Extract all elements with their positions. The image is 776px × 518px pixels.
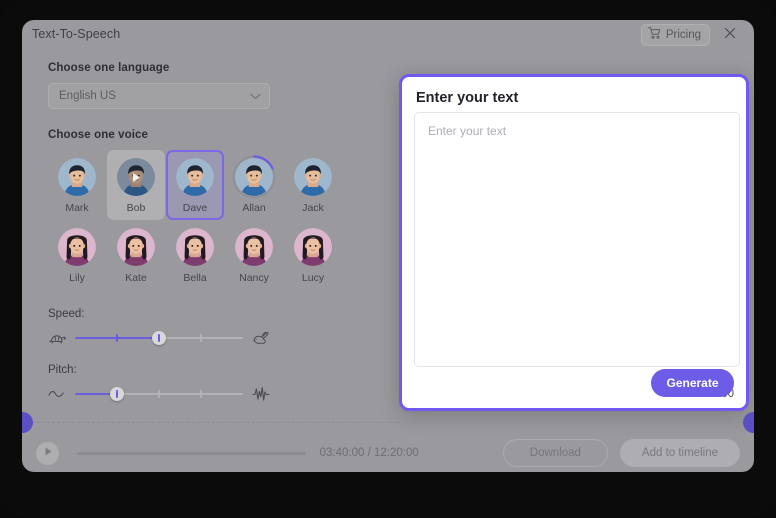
app-surface: Text-To-Speech Pricing Choose one langua… [22, 20, 754, 472]
voice-avatar-wrap [294, 158, 332, 196]
voice-grid: Mark Bob Dave Allan Jack Lily Kate Bella Nancy Lu… [48, 150, 368, 290]
sine-wave-icon [48, 386, 66, 402]
close-button[interactable] [720, 25, 740, 45]
divider-handle-right[interactable] [743, 412, 754, 433]
voice-preview-play-icon[interactable] [117, 158, 155, 196]
voice-avatar-wrap [58, 158, 96, 196]
voice-card-bob[interactable]: Bob [107, 150, 165, 220]
shopping-cart-icon [647, 26, 661, 44]
device-frame: Text-To-Speech Pricing Choose one langua… [0, 0, 776, 518]
voice-name-label: Kate [125, 272, 147, 284]
voice-name-label: Nancy [239, 272, 269, 284]
text-input-box[interactable]: Enter your text [414, 112, 740, 367]
divider-handle-left[interactable] [22, 412, 33, 433]
rabbit-icon [252, 330, 270, 346]
waveform-icon [252, 386, 270, 402]
voice-name-label: Allan [242, 202, 266, 214]
voice-name-label: Jack [302, 202, 324, 214]
playback-progress-bar[interactable] [77, 451, 306, 455]
voice-avatar-wrap [235, 228, 273, 266]
voice-avatar-wrap [294, 228, 332, 266]
pitch-slider-block: Pitch: [48, 364, 368, 402]
pricing-button-label: Pricing [665, 29, 701, 41]
voice-avatar-wrap [58, 228, 96, 266]
avatar [176, 158, 214, 196]
pitch-slider-tick [116, 390, 118, 398]
speed-slider-tick [200, 334, 202, 342]
language-select-value: English US [59, 90, 116, 102]
voice-name-label: Dave [182, 202, 208, 214]
voice-name-label: Mark [65, 202, 89, 214]
pitch-slider-tick [158, 390, 160, 398]
voice-card-kate[interactable]: Kate [107, 220, 165, 290]
avatar [294, 228, 332, 266]
pitch-label: Pitch: [48, 364, 77, 376]
voice-card-lucy[interactable]: Lucy [284, 220, 342, 290]
language-section-label: Choose one language [48, 62, 170, 74]
voice-name-label: Lily [69, 272, 85, 284]
app-title: Text-To-Speech [32, 27, 121, 41]
add-to-timeline-button-label: Add to timeline [641, 447, 718, 459]
avatar [58, 228, 96, 266]
title-bar: Text-To-Speech Pricing [22, 20, 754, 50]
pitch-slider-row [48, 386, 270, 402]
speed-label: Speed: [48, 308, 85, 320]
voice-loading-spinner-icon [232, 155, 276, 199]
speed-slider-tick [116, 334, 118, 342]
download-button-label: Download [529, 447, 581, 459]
voice-avatar-wrap [117, 158, 155, 196]
generate-button[interactable]: Generate [651, 369, 734, 397]
text-panel-title: Enter your text [416, 90, 519, 106]
voice-name-label: Bob [126, 202, 146, 214]
speed-slider-row [48, 330, 270, 346]
speed-slider-track[interactable] [75, 331, 243, 345]
voice-avatar-wrap [176, 228, 214, 266]
config-panel: Choose one language English US Choose on… [48, 62, 368, 402]
download-button[interactable]: Download [502, 439, 608, 467]
divider-dashed-line [32, 422, 744, 423]
avatar [235, 228, 273, 266]
text-entry-panel: Enter your text Enter your text 0/2000 G… [399, 74, 749, 411]
add-to-timeline-button[interactable]: Add to timeline [619, 439, 740, 467]
voice-avatar-wrap [176, 158, 214, 196]
pitch-slider-track[interactable] [75, 387, 243, 401]
turtle-icon [48, 330, 66, 346]
chevron-down-icon [250, 87, 261, 105]
close-icon [724, 26, 736, 44]
speed-slider-tick [158, 334, 160, 342]
voice-card-bella[interactable]: Bella [166, 220, 224, 290]
voice-name-label: Bella [183, 272, 207, 284]
voice-name-label: Lucy [301, 272, 325, 284]
speed-slider-block: Speed: [48, 308, 368, 346]
voice-card-allan[interactable]: Allan [225, 150, 283, 220]
avatar [58, 158, 96, 196]
timeline-divider [22, 412, 754, 434]
text-input-placeholder: Enter your text [428, 124, 507, 138]
voice-card-mark[interactable]: Mark [48, 150, 106, 220]
avatar [176, 228, 214, 266]
voice-card-jack[interactable]: Jack [284, 150, 342, 220]
voice-avatar-wrap [117, 228, 155, 266]
audio-player-bar: 03:40:00 / 12:20:00 Download Add to time… [22, 434, 754, 472]
voice-card-dave[interactable]: Dave [166, 150, 224, 220]
voice-card-lily[interactable]: Lily [48, 220, 106, 290]
play-button[interactable] [36, 441, 59, 465]
pricing-button[interactable]: Pricing [640, 24, 710, 46]
pitch-slider-tick [200, 390, 202, 398]
avatar [117, 228, 155, 266]
voice-section-label: Choose one voice [48, 129, 149, 141]
time-display: 03:40:00 / 12:20:00 [319, 447, 419, 459]
language-select[interactable]: English US [48, 83, 270, 109]
voice-card-nancy[interactable]: Nancy [225, 220, 283, 290]
avatar [294, 158, 332, 196]
voice-avatar-wrap [232, 155, 276, 199]
play-icon [43, 444, 53, 462]
generate-button-label: Generate [666, 376, 719, 390]
